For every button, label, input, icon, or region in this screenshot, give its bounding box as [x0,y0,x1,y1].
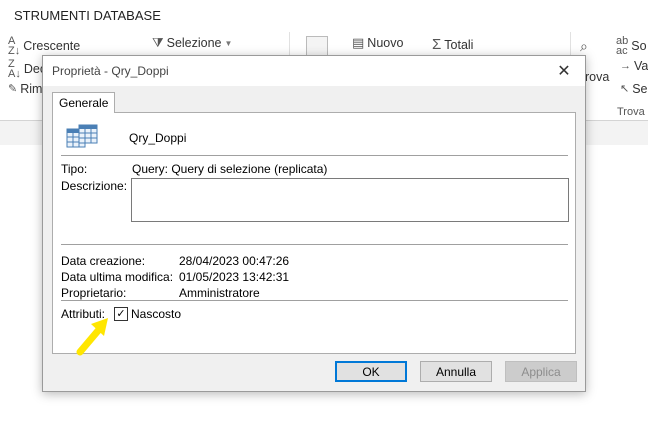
sigma-icon: Σ [432,36,442,53]
selection-dropdown[interactable]: ⧩ Selezione ▼ [152,36,232,50]
object-name: Qry_Doppi [129,131,187,145]
cursor-icon: ↖ [620,83,630,95]
type-value: Query: Query di selezione (replicata) [132,162,328,176]
binoculars-icon: ⌕ [580,38,588,54]
find-button[interactable]: ⌕ [580,38,588,55]
totals-button[interactable]: Σ Totali [432,36,473,53]
description-label: Descrizione: [61,179,128,193]
ribbon-tab-title[interactable]: STRUMENTI DATABASE [14,8,161,23]
new-record-icon: ▤ [352,35,365,50]
owner-value: Amministratore [179,286,260,300]
hidden-checkbox[interactable]: ✓ [114,307,128,321]
created-value: 28/04/2023 00:47:26 [179,254,290,268]
hidden-checkbox-row[interactable]: ✓ Nascosto [114,307,181,321]
hidden-label: Nascosto [131,307,182,321]
sort-ascending-icon: A Z↓ [8,35,21,57]
remove-sort-icon: ✎ [8,83,18,95]
select-button[interactable]: ↖ Se [620,82,648,96]
cancel-button[interactable]: Annulla [420,361,492,382]
highlight-arrow-icon [76,318,108,356]
type-label: Tipo: [61,162,88,176]
query-icon [66,124,98,148]
divider [61,244,568,245]
find-group-label: Trova [617,106,645,118]
goto-button[interactable]: → Va [620,59,648,73]
filter-icon: ⧩ [152,35,164,50]
sort-descending-button[interactable]: Z A↓ Dec [8,58,46,80]
divider [61,300,568,301]
description-input[interactable] [131,178,569,222]
ok-button[interactable]: OK [335,361,407,382]
properties-dialog: Proprietà - Qry_Doppi ✕ Generale Qry_Dop… [42,55,586,392]
replace-button[interactable]: ab ac So [616,35,647,57]
find-label: rova [585,70,610,84]
created-label: Data creazione: [61,254,146,268]
owner-label: Proprietario: [61,286,127,300]
new-record-button[interactable]: ▤ Nuovo [352,36,403,50]
close-button[interactable]: ✕ [547,58,581,84]
modified-label: Data ultima modifica: [61,270,174,284]
dialog-titlebar[interactable]: Proprietà - Qry_Doppi ✕ [43,56,585,86]
dialog-title: Proprietà - Qry_Doppi [52,64,169,78]
close-icon: ✕ [557,63,571,80]
arrow-right-icon: → [620,60,631,72]
divider [61,155,568,156]
sort-descending-icon: Z A↓ [8,58,21,80]
apply-button[interactable]: Applica [505,361,577,382]
tab-general[interactable]: Generale [52,92,116,113]
general-panel: Qry_Doppi Tipo: Query: Query di selezion… [52,112,576,354]
sort-ascending-button[interactable]: A Z↓ Crescente [8,35,80,57]
chevron-down-icon: ▼ [224,38,233,48]
modified-value: 01/05/2023 13:42:31 [179,270,290,284]
replace-icon: ab ac [616,35,629,57]
remove-sort-button[interactable]: ✎ Rim [8,82,42,96]
